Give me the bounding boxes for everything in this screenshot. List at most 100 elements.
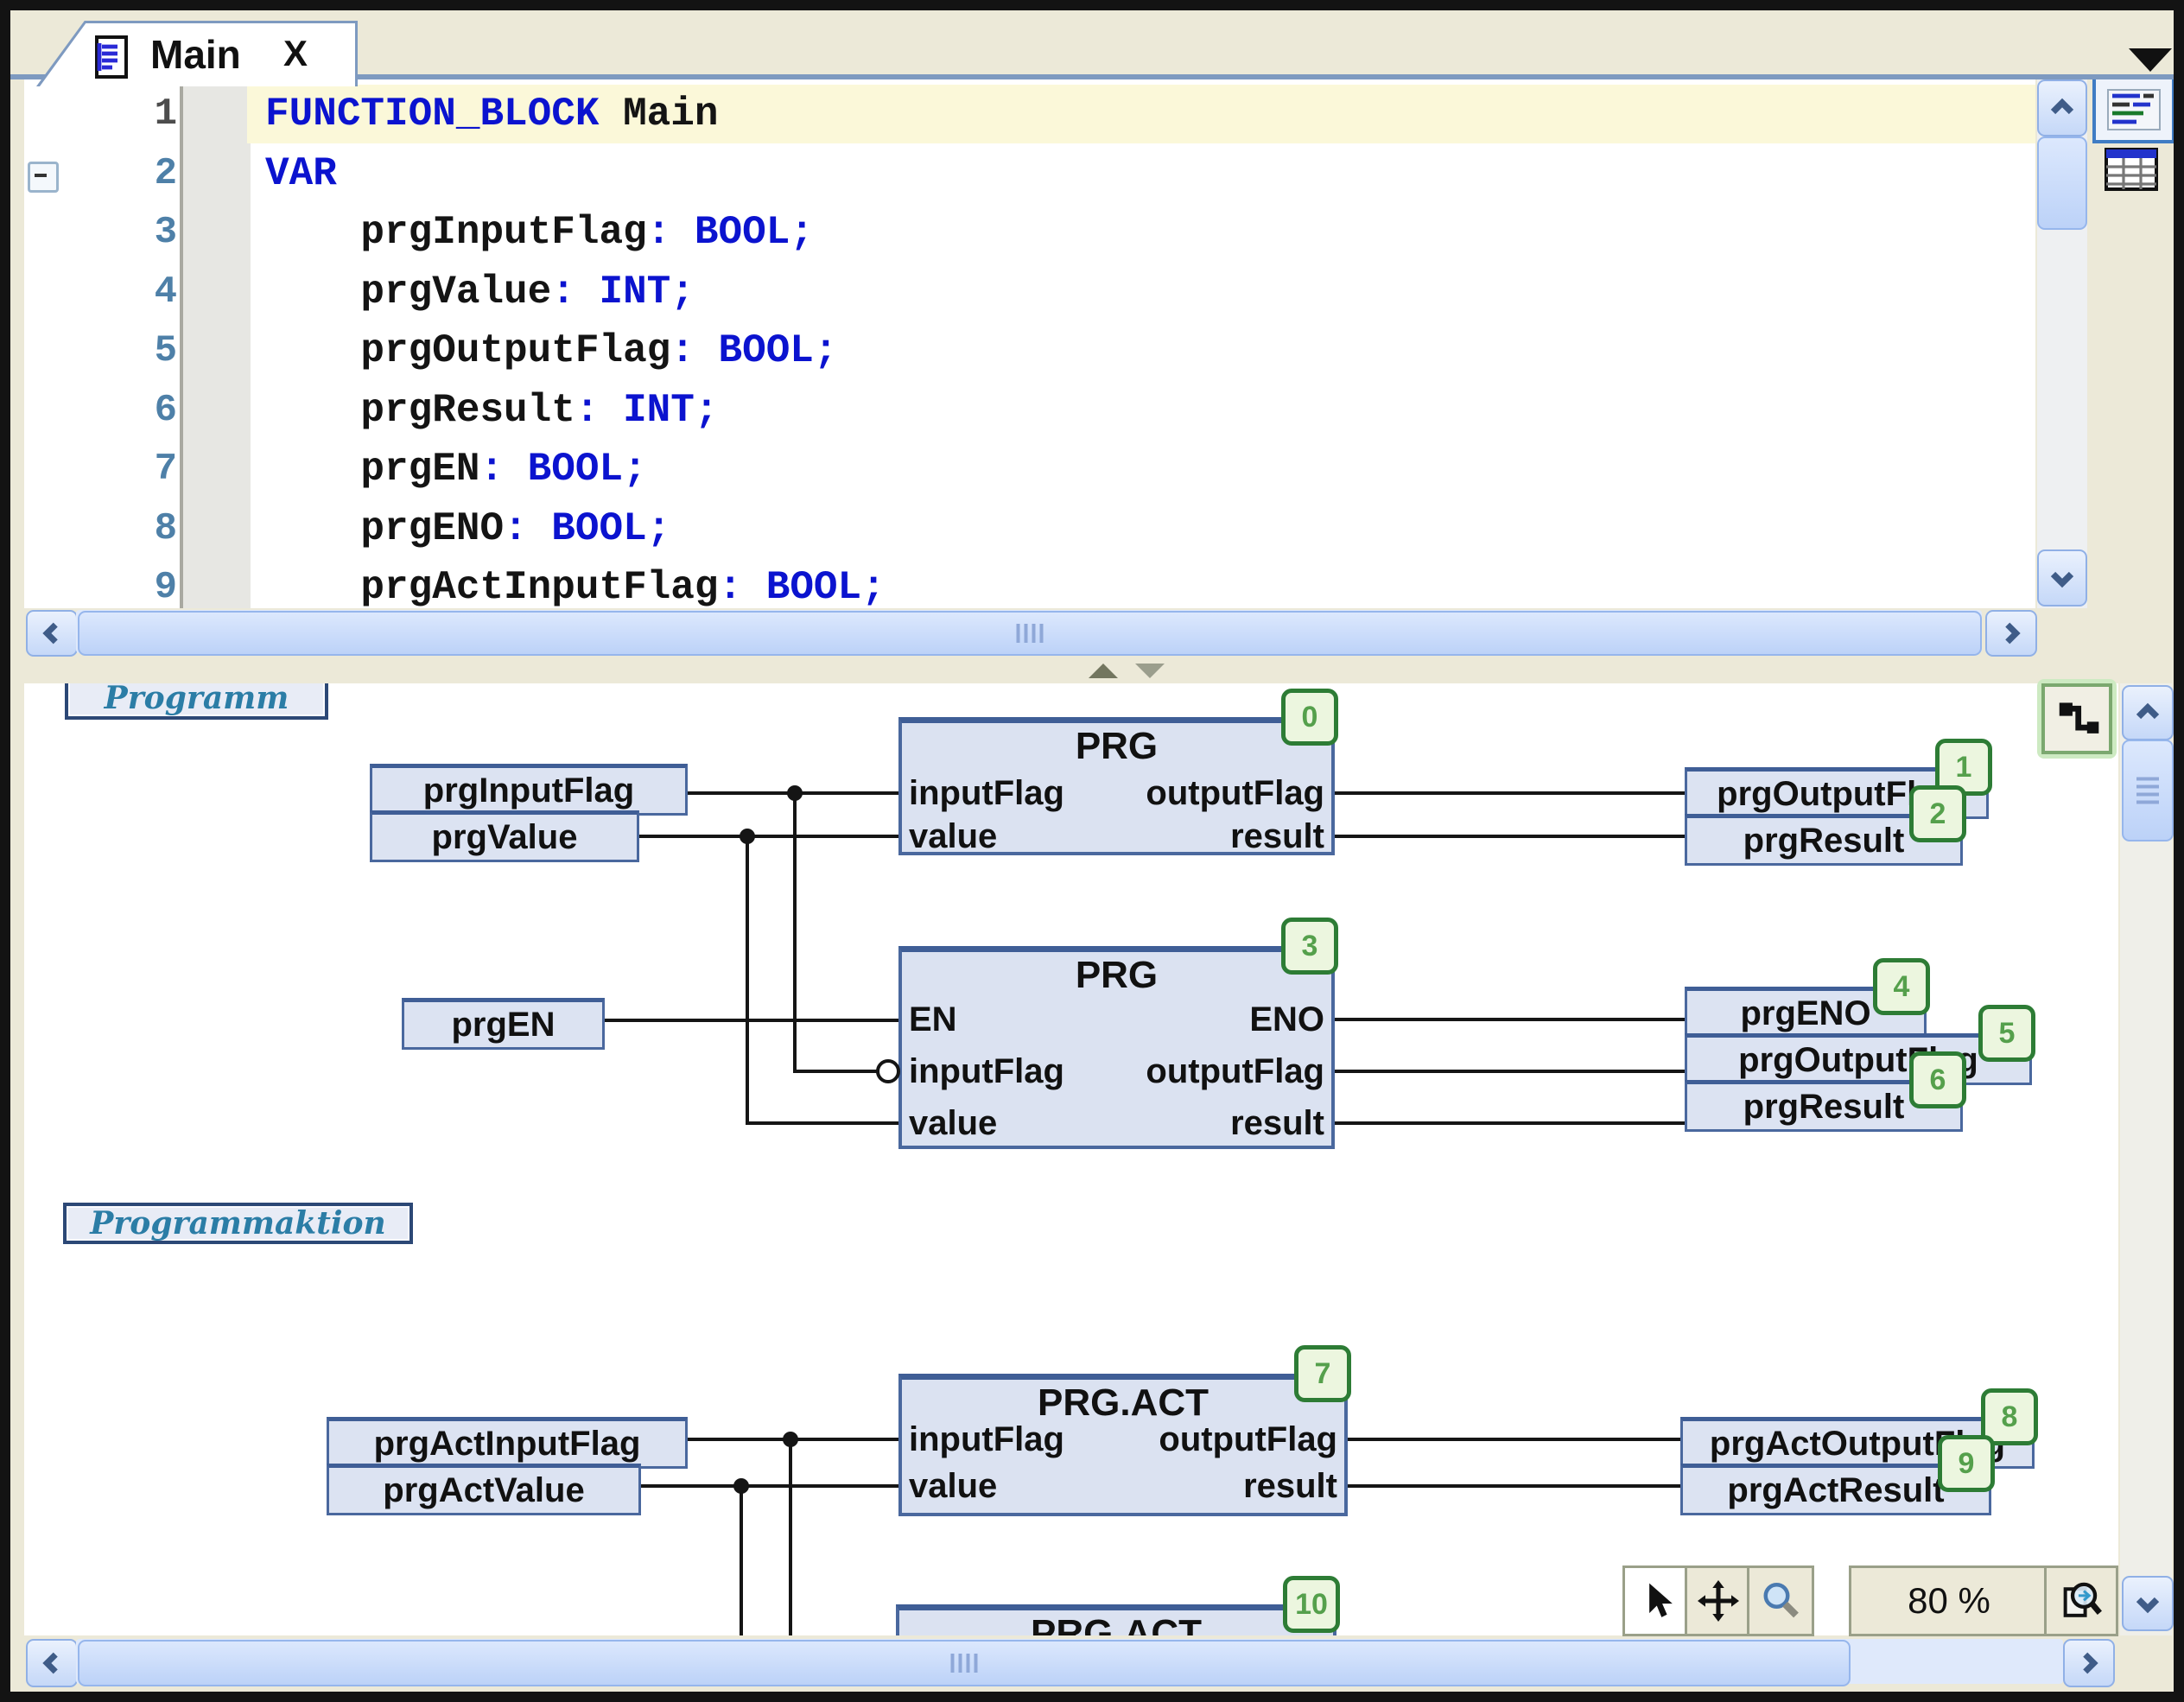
pin-label-output: result (1243, 1465, 1337, 1507)
line-number: 9 (24, 566, 177, 608)
scroll-up-button[interactable] (2037, 79, 2087, 137)
line-number: 5 (24, 329, 177, 372)
code-text: prgENO: BOOL; (265, 506, 670, 551)
code-text: prgActInputFlag: BOOL; (265, 565, 886, 608)
fbd-block[interactable]: PRGENENOinputFlagoutputFlagvalueresult (898, 946, 1335, 1149)
fbd-comment-label[interactable]: Programmaktion (63, 1203, 413, 1244)
code-line[interactable]: 8 prgENO: BOOL; (24, 499, 2035, 559)
pin-label-input: EN (909, 999, 957, 1040)
select-tool-button[interactable] (1622, 1565, 1690, 1636)
scroll-right-button[interactable] (1985, 610, 2037, 657)
code-line[interactable]: 6 prgResult: INT; (24, 381, 2035, 441)
code-line[interactable]: 3 prgInputFlag: BOOL; (24, 203, 2035, 263)
tab-main[interactable]: Main X (36, 21, 358, 86)
network-number-badge: 2 (1909, 785, 1966, 842)
tab-bar: Main X (10, 10, 2174, 74)
splitter-collapse-down-icon[interactable] (1135, 664, 1165, 678)
fbd-input-variable[interactable]: prgActInputFlag (327, 1417, 688, 1469)
code-text: FUNCTION_BLOCK Main (265, 92, 719, 137)
editor-hscrollbar[interactable] (24, 608, 2035, 657)
wire (747, 1121, 898, 1125)
code-segment: prgResult (265, 388, 575, 433)
thumb-grip (2136, 778, 2159, 804)
network-number-badge: 6 (1909, 1051, 1966, 1108)
table-view-toggle[interactable] (2101, 143, 2162, 195)
editor-vscrollbar[interactable] (2037, 79, 2087, 608)
minus-glyph (35, 174, 47, 177)
scroll-left-button[interactable] (26, 1639, 78, 1687)
tab-title: Main (150, 31, 241, 78)
move-cross-icon (1698, 1580, 1739, 1622)
code-text: prgInputFlag: BOOL; (265, 210, 814, 255)
wire (1335, 835, 1685, 838)
text-view-toggle[interactable] (2092, 76, 2175, 143)
network-number-badge: 3 (1281, 918, 1338, 975)
pin-label-input: inputFlag (909, 1419, 1064, 1460)
declaration-editor[interactable]: 1FUNCTION_BLOCK Main2VAR3 prgInputFlag: … (24, 79, 2035, 608)
code-text: prgValue: INT; (265, 270, 695, 314)
scroll-thumb[interactable] (2037, 137, 2087, 230)
network-number-badge: 4 (1873, 958, 1930, 1015)
code-segment: : BOOL; (479, 447, 646, 492)
fbd-comment-label[interactable]: Programm (65, 683, 328, 720)
wire (793, 793, 797, 1073)
splitter-collapse-up-icon[interactable] (1089, 664, 1118, 678)
pane-splitter[interactable] (10, 657, 2174, 683)
code-segment: : INT; (551, 270, 695, 314)
code-line[interactable]: 2VAR (24, 144, 2035, 204)
scroll-thumb[interactable] (78, 611, 1982, 656)
code-segment: prgValue (265, 270, 551, 314)
scroll-thumb[interactable] (2122, 740, 2174, 841)
pin-label-output: result (1230, 1102, 1324, 1144)
code-lines: 1FUNCTION_BLOCK Main2VAR3 prgInputFlag: … (24, 85, 2035, 608)
code-segment: : BOOL; (670, 328, 837, 373)
pin-label-output: outputFlag (1159, 1419, 1337, 1460)
fold-collapse-icon[interactable] (28, 162, 59, 193)
fbd-block[interactable]: PRG.ACTinputFlagoutputFlagvalueresult (898, 1374, 1348, 1516)
zoom-level-display[interactable]: 80 % (1849, 1565, 2049, 1636)
code-line[interactable]: 7 prgEN: BOOL; (24, 440, 2035, 499)
line-number: 4 (24, 270, 177, 314)
code-text: prgOutputFlag: BOOL; (265, 328, 838, 373)
tab-list-dropdown-icon[interactable] (2129, 48, 2172, 72)
scroll-down-button[interactable] (2037, 549, 2087, 606)
code-segment: prgOutputFlag (265, 328, 670, 373)
code-segment: prgENO (265, 506, 504, 551)
code-line[interactable]: 5 prgOutputFlag: BOOL; (24, 321, 2035, 381)
wire (746, 836, 749, 1125)
fbd-input-variable[interactable]: prgActValue (327, 1464, 641, 1515)
pin-label-input: value (909, 816, 997, 857)
code-segment: prgActInputFlag (265, 565, 719, 608)
pin-connection-circle (876, 1059, 900, 1083)
code-segment: FUNCTION_BLOCK (265, 92, 599, 137)
fbd-input-variable[interactable]: prgEN (402, 998, 605, 1050)
scroll-right-button[interactable] (2063, 1639, 2115, 1687)
pin-label-output: result (1230, 816, 1324, 857)
fbd-canvas[interactable]: Programm Programmaktion PRG inputFlag output… (24, 683, 2118, 1635)
line-number: 3 (24, 211, 177, 254)
fbd-input-variable[interactable]: prgValue (370, 810, 639, 862)
scroll-left-button[interactable] (26, 610, 78, 657)
code-line[interactable]: 9 prgActInputFlag: BOOL; (24, 558, 2035, 608)
zoom-to-fit-button[interactable] (2044, 1565, 2118, 1636)
scroll-up-button[interactable] (2122, 685, 2174, 740)
fbd-block[interactable]: PRG.ACT (896, 1604, 1336, 1635)
scroll-thumb[interactable] (78, 1640, 1851, 1686)
wire (789, 1439, 792, 1635)
code-line[interactable]: 4 prgValue: INT; (24, 263, 2035, 322)
fbd-block-title: PRG (902, 725, 1331, 768)
code-line[interactable]: 1FUNCTION_BLOCK Main (24, 85, 2035, 144)
tab-close-icon[interactable]: X (283, 33, 308, 74)
pan-tool-button[interactable] (1685, 1565, 1752, 1636)
fbd-hscrollbar[interactable] (24, 1635, 2172, 1691)
code-text: prgResult: INT; (265, 388, 719, 433)
code-segment: : BOOL; (719, 565, 886, 608)
fbd-block[interactable]: PRGinputFlagoutputFlagvalueresult (898, 717, 1335, 855)
fbd-vscrollbar[interactable] (2120, 683, 2172, 1635)
fbd-block-title: PRG (902, 954, 1331, 997)
network-mode-button[interactable] (2037, 679, 2117, 759)
zoom-tool-button[interactable] (1747, 1565, 1814, 1636)
fbd-input-variable[interactable]: prgInputFlag (370, 764, 688, 816)
code-segment: prgInputFlag (265, 210, 647, 255)
scroll-down-button[interactable] (2122, 1576, 2174, 1631)
